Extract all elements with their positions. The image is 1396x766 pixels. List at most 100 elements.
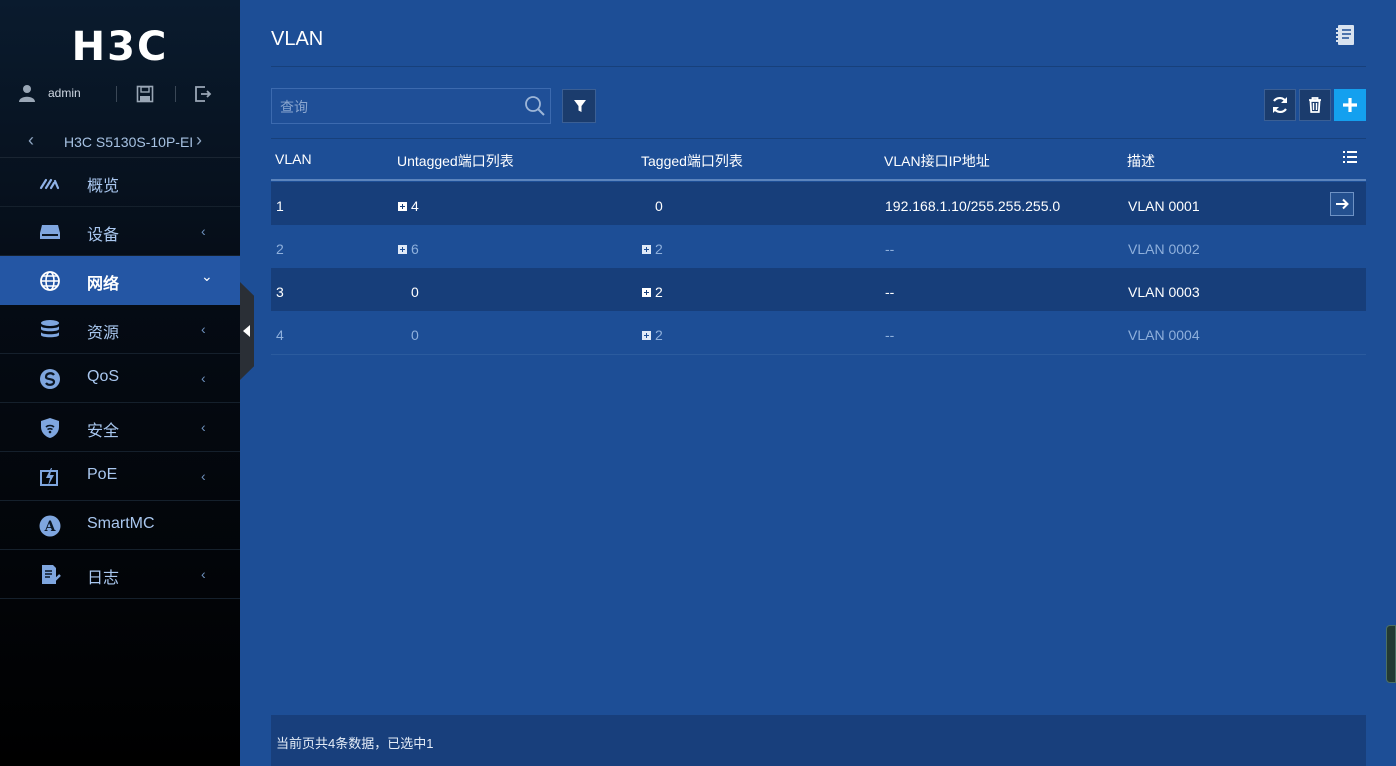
divider [116, 86, 117, 102]
nav-item-poe[interactable]: PoE ‹ [0, 452, 240, 501]
expand-icon[interactable] [398, 202, 407, 211]
cell-description: VLAN 0001 [1128, 198, 1200, 214]
add-button[interactable] [1334, 89, 1366, 121]
search-box [271, 88, 551, 124]
table-footer: 当前页共4条数据，已选中1 [271, 715, 1366, 766]
table-toolbar [1261, 89, 1366, 121]
save-icon[interactable] [136, 85, 154, 103]
logout-icon[interactable] [194, 85, 212, 103]
side-widget-handle[interactable] [1386, 625, 1396, 683]
refresh-button[interactable] [1264, 89, 1296, 121]
cell-vlan: 3 [276, 284, 284, 300]
sidebar: H3C admin ‹ H3C S5130S-10P-EI › 概览 设备 ‹ … [0, 0, 240, 766]
cell-description: VLAN 0002 [1128, 241, 1200, 257]
table-row[interactable]: 2 6 2 -- VLAN 0002 [271, 225, 1366, 268]
cell-value: 2 [655, 241, 663, 257]
cell-ip: -- [885, 241, 895, 257]
device-icon [40, 225, 60, 239]
user-bar: admin [0, 80, 240, 108]
nav-item-resource[interactable]: 资源 ‹ [0, 305, 240, 354]
cell-tagged[interactable]: 2 [642, 284, 663, 300]
nav-item-qos[interactable]: QoS ‹ [0, 354, 240, 403]
filter-icon [574, 100, 586, 112]
search-input[interactable] [280, 97, 510, 117]
gauge-icon [39, 178, 60, 190]
chevron-left-icon: ‹ [201, 566, 206, 582]
device-name: H3C S5130S-10P-EI [64, 134, 194, 150]
shield-icon [41, 418, 59, 438]
collapse-arrow-icon[interactable] [243, 325, 250, 337]
arrow-right-icon [1336, 198, 1349, 210]
delete-button[interactable] [1299, 89, 1331, 121]
expand-icon[interactable] [642, 245, 651, 254]
globe-icon [40, 271, 60, 291]
nav-item-label: SmartMC [87, 515, 155, 532]
nav-item-network[interactable]: 网络 ⌄ [0, 256, 240, 305]
user-name[interactable]: admin [48, 86, 81, 100]
chevron-down-icon: ⌄ [201, 268, 213, 284]
column-header-description[interactable]: 描述 [1127, 151, 1155, 171]
nav-item-smartmc[interactable]: A SmartMC [0, 501, 240, 550]
cell-ip: 192.168.1.10/255.255.255.0 [885, 198, 1061, 214]
nav-item-label: 日志 [87, 570, 120, 587]
table-row[interactable]: 1 4 0 192.168.1.10/255.255.255.0 VLAN 00… [271, 182, 1366, 225]
plus-icon [1343, 98, 1357, 112]
nav-item-security[interactable]: 安全 ‹ [0, 403, 240, 452]
chevron-right-icon[interactable]: › [196, 130, 202, 151]
column-header-untagged[interactable]: Untagged端口列表 [397, 151, 514, 171]
expand-icon[interactable] [642, 331, 651, 340]
column-header-vlan[interactable]: VLAN [275, 151, 312, 167]
divider [271, 66, 1366, 67]
user-icon [19, 85, 35, 102]
column-settings-icon[interactable] [1342, 149, 1358, 165]
cell-ip: -- [885, 327, 895, 343]
logo-text: H3C [71, 24, 169, 70]
nav-item-label: QoS [87, 368, 120, 385]
cell-tagged[interactable]: 2 [642, 327, 663, 343]
smartmc-icon: A [39, 515, 61, 537]
cell-description: VLAN 0004 [1128, 327, 1200, 343]
main-nav: 概览 设备 ‹ 网络 ⌄ 资源 ‹ QoS ‹ 安全 ‹ PoE ‹ A Sma… [0, 158, 240, 599]
page-title: VLAN [271, 28, 324, 50]
column-header-tagged[interactable]: Tagged端口列表 [641, 151, 743, 171]
cell-value: 6 [411, 241, 419, 257]
cell-value: 2 [655, 327, 663, 343]
expand-icon[interactable] [642, 288, 651, 297]
cell-vlan: 4 [276, 327, 284, 343]
refresh-icon [1273, 96, 1287, 114]
filter-button[interactable] [562, 89, 596, 123]
database-icon [41, 320, 59, 338]
table-row[interactable]: 3 0 2 -- VLAN 0003 [271, 268, 1366, 311]
cell-untagged[interactable]: 6 [398, 241, 419, 257]
nav-item-device[interactable]: 设备 ‹ [0, 207, 240, 256]
divider [271, 354, 1366, 355]
cell-untagged: 0 [411, 327, 419, 343]
help-book-icon[interactable] [1334, 24, 1356, 46]
cell-value: 4 [411, 198, 419, 214]
table-header: VLAN Untagged端口列表 Tagged端口列表 VLAN接口IP地址 … [271, 139, 1366, 181]
trash-icon [1309, 97, 1321, 113]
h3c-logo: H3C [0, 24, 240, 70]
divider [175, 86, 176, 102]
cell-vlan: 2 [276, 241, 284, 257]
chevron-left-icon: ‹ [201, 223, 206, 239]
nav-item-log[interactable]: 日志 ‹ [0, 550, 240, 599]
row-detail-button[interactable] [1330, 192, 1354, 216]
nav-item-label: 安全 [87, 423, 120, 440]
cell-ip: -- [885, 284, 895, 300]
device-switcher: ‹ H3C S5130S-10P-EI › [0, 128, 240, 158]
chevron-left-icon: ‹ [201, 419, 206, 435]
chevron-left-icon[interactable]: ‹ [28, 130, 34, 151]
cell-tagged[interactable]: 2 [642, 241, 663, 257]
expand-icon[interactable] [398, 245, 407, 254]
nav-item-label: PoE [87, 466, 118, 483]
nav-item-overview[interactable]: 概览 [0, 158, 240, 207]
search-icon[interactable] [524, 95, 546, 117]
column-header-ip[interactable]: VLAN接口IP地址 [884, 151, 990, 171]
nav-item-label: 网络 [87, 276, 120, 293]
cell-description: VLAN 0003 [1128, 284, 1200, 300]
svg-text:A: A [44, 519, 57, 535]
table-row[interactable]: 4 0 2 -- VLAN 0004 [271, 311, 1366, 354]
cell-untagged[interactable]: 4 [398, 198, 419, 214]
record-count-text: 当前页共4条数据，已选中1 [276, 736, 434, 751]
